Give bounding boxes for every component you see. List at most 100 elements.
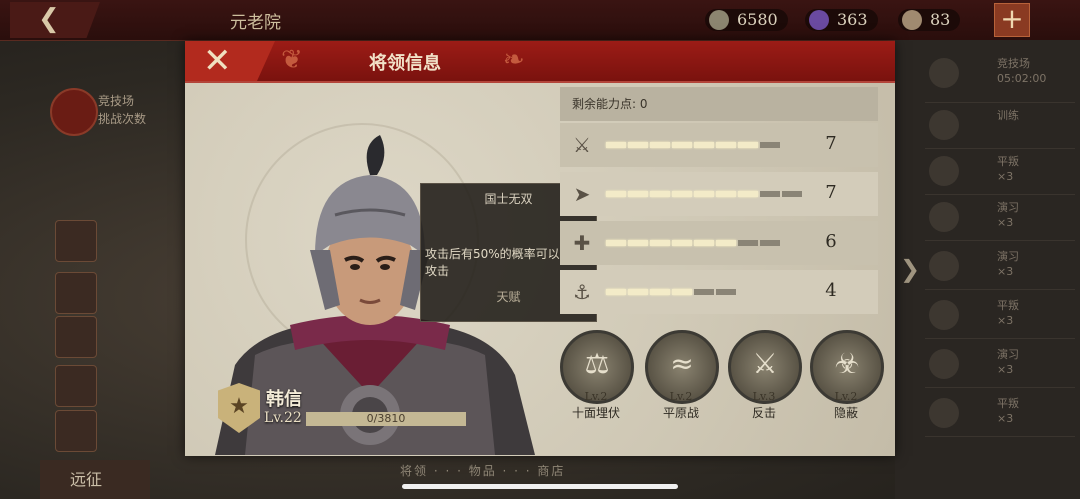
sword-icon: ⚔ xyxy=(573,133,591,157)
skill-plains[interactable]: ≈ Lv.2 平原战 xyxy=(645,330,719,422)
general-level: Lv.22 xyxy=(264,410,302,426)
stat-segment xyxy=(716,191,736,197)
food-value: 83 xyxy=(930,10,951,29)
coin-icon xyxy=(709,10,729,30)
helmet-icon xyxy=(929,202,959,232)
right-item-title: 平叛 xyxy=(997,155,1019,168)
stat-segment xyxy=(738,191,758,197)
right-arena-entry[interactable]: 竞技场 05:02:00 xyxy=(925,52,1075,103)
arena-subtitle: 挑战次数 xyxy=(98,112,147,126)
stat-segment xyxy=(694,240,714,246)
stat-segment xyxy=(672,289,692,295)
expedition-button[interactable]: 远征 xyxy=(40,460,150,499)
right-item-count: ×3 xyxy=(997,265,1014,278)
skill-name: 隐蔽 xyxy=(833,406,858,420)
right-item-count: ×3 xyxy=(997,363,1014,376)
right-list-item[interactable]: 平叛 ×3 xyxy=(925,150,1075,195)
bag-icon[interactable] xyxy=(55,220,97,262)
right-item-title: 训练 xyxy=(997,109,1019,122)
scroll-icon[interactable] xyxy=(55,316,97,358)
stat-segment xyxy=(672,191,692,197)
stat-segment xyxy=(716,240,736,246)
stat-value: 4 xyxy=(825,280,837,301)
skill-level: Lv.3 xyxy=(752,390,776,403)
stat-segment xyxy=(694,142,714,148)
skill-name: 平原战 xyxy=(662,406,699,420)
right-item-count: ×3 xyxy=(997,170,1014,183)
crossed-swords-icon xyxy=(929,58,959,88)
right-list-item[interactable]: 演习 ×3 xyxy=(925,245,1075,290)
exp-bar: 0/3810 xyxy=(306,412,466,426)
skill-counter[interactable]: ⚔ Lv.3 反击 xyxy=(728,330,802,422)
stat-segment xyxy=(606,289,626,295)
helmet-icon xyxy=(929,398,959,428)
skill-ambush[interactable]: ⚖ Lv.2 十面埋伏 xyxy=(560,330,634,422)
dialog-header: ✕ ❦ 将领信息 ❧ xyxy=(185,41,895,83)
right-item-title: 演习 xyxy=(997,348,1019,361)
remaining-points: 剩余能力点: 0 xyxy=(560,87,878,121)
stat-segment xyxy=(650,240,670,246)
stat-value: 6 xyxy=(825,231,837,252)
stat-segment xyxy=(606,240,626,246)
helmet-icon xyxy=(929,110,959,140)
helmet-icon xyxy=(929,349,959,379)
star-rank-icon: ★ xyxy=(218,383,260,433)
food-counter: 83 xyxy=(898,9,961,31)
right-arena-title: 竞技场 xyxy=(997,57,1030,70)
anchor-icon: ⚓ xyxy=(573,280,591,304)
skill-level: Lv.2 xyxy=(584,390,608,403)
right-list-item[interactable]: 训练 xyxy=(925,104,1075,149)
right-list-item[interactable]: 演习 ×3 xyxy=(925,196,1075,241)
footer-tabs: 将领 · · · 物品 · · · 商店 xyxy=(400,464,566,478)
stat-segment xyxy=(738,240,758,246)
stat-segment xyxy=(672,240,692,246)
right-list-item[interactable]: 平叛 ×3 xyxy=(925,392,1075,437)
gem-value: 363 xyxy=(837,10,868,29)
stat-segment xyxy=(716,289,736,295)
gem-counter: 363 xyxy=(805,9,878,31)
coin-value: 6580 xyxy=(737,10,778,29)
skill-level: Lv.2 xyxy=(669,390,693,403)
stat-row-bow: ➤ 7 xyxy=(560,172,878,216)
bow-icon: ➤ xyxy=(573,182,591,206)
stat-segment xyxy=(760,240,780,246)
chevron-right-icon[interactable]: ❯ xyxy=(900,255,920,283)
skill-name: 反击 xyxy=(751,406,776,420)
stat-segment xyxy=(760,191,780,197)
chevron-left-icon: ❮ xyxy=(38,4,60,34)
stat-segment xyxy=(650,191,670,197)
arena-entry[interactable]: 竞技场 挑战次数 xyxy=(50,88,185,138)
stat-segment xyxy=(694,191,714,197)
right-item-title: 演习 xyxy=(997,250,1019,263)
chest-icon[interactable] xyxy=(55,365,97,407)
page-title: 元老院 xyxy=(230,13,281,33)
stat-segment xyxy=(760,142,780,148)
right-item-count: ×3 xyxy=(997,216,1014,229)
exp-text: 0/3810 xyxy=(366,412,406,425)
stat-segment xyxy=(628,289,648,295)
right-item-title: 平叛 xyxy=(997,299,1019,312)
stat-segment xyxy=(628,240,648,246)
home-indicator[interactable] xyxy=(402,484,678,489)
right-list-item[interactable]: 演习 ×3 xyxy=(925,343,1075,388)
right-list-item[interactable]: 平叛 ×3 xyxy=(925,294,1075,339)
skill-level: Lv.2 xyxy=(834,390,858,403)
right-item-count: ×3 xyxy=(997,314,1014,327)
axe-icon: ✚ xyxy=(573,231,591,255)
right-item-title: 平叛 xyxy=(997,397,1019,410)
stat-segment xyxy=(606,142,626,148)
skill-stealth[interactable]: ☣ Lv.2 隐蔽 xyxy=(810,330,884,422)
food-icon xyxy=(902,10,922,30)
lotus-icon[interactable] xyxy=(55,272,97,314)
dialog-title: 将领信息 xyxy=(369,53,441,74)
stat-segment xyxy=(606,191,626,197)
trophy-icon[interactable] xyxy=(55,410,97,452)
right-item-title: 演习 xyxy=(997,201,1019,214)
back-button[interactable]: ❮ xyxy=(10,2,100,38)
right-arena-time: 05:02:00 xyxy=(997,72,1047,85)
general-name-plate: ★ 韩信 Lv.22 0/3810 xyxy=(218,383,478,433)
stat-segment xyxy=(694,289,714,295)
helmet-icon xyxy=(929,156,959,186)
stat-row-anchor: ⚓ 4 xyxy=(560,270,878,314)
add-resource-button[interactable]: + xyxy=(994,3,1030,37)
